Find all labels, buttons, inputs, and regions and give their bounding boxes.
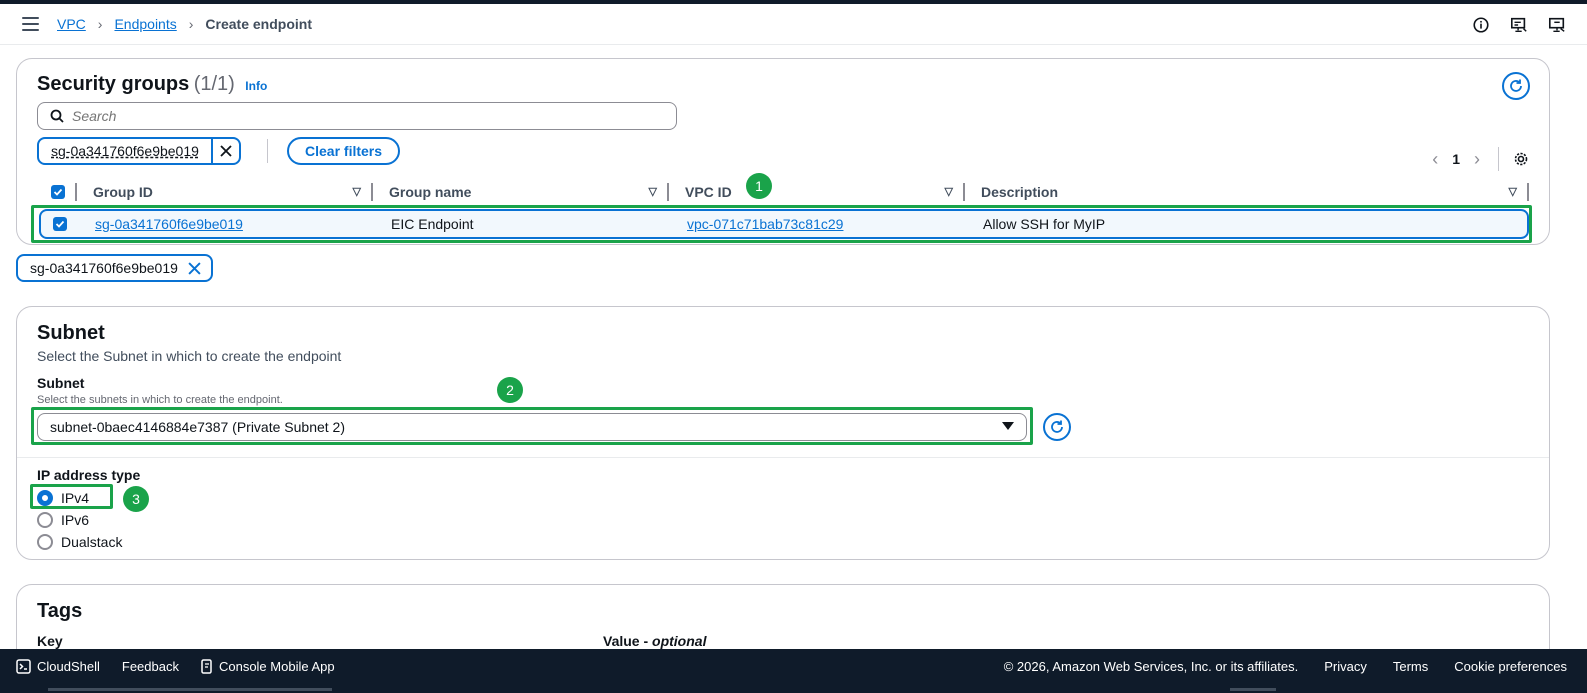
selected-group-label: sg-0a341760f6e9be019 (30, 260, 178, 276)
subnet-field-description: Select the subnets in which to create th… (37, 394, 283, 406)
subnet-subtitle: Select the Subnet in which to create the… (37, 348, 342, 364)
mobile-app-link[interactable]: Console Mobile App (201, 659, 335, 674)
clear-filters-button[interactable]: Clear filters (287, 137, 401, 165)
refresh-icon (1051, 420, 1063, 433)
feedback-screen-icon[interactable] (1509, 16, 1529, 34)
search-field[interactable] (37, 102, 677, 130)
filter-divider (267, 139, 268, 163)
sort-icon: ▽ (648, 186, 657, 198)
subnet-title: Subnet (37, 322, 105, 344)
chevron-right-icon: › (188, 16, 194, 32)
info-link[interactable]: Info (245, 79, 267, 93)
annotation-badge-1: 1 (746, 173, 772, 199)
breadcrumb-endpoints[interactable]: Endpoints (114, 16, 176, 32)
annotation-badge-3: 3 (123, 486, 149, 512)
chevron-right-icon[interactable]: › (1474, 149, 1480, 170)
mobile-icon (201, 659, 212, 674)
radio-indicator (37, 512, 53, 528)
page-number[interactable]: 1 (1452, 151, 1460, 167)
annotation-badge-2: 2 (497, 377, 523, 403)
filter-token-label: sg-0a341760f6e9be019 (51, 143, 199, 159)
sort-icon: ▽ (1508, 186, 1517, 198)
feedback-link[interactable]: Feedback (122, 659, 179, 674)
top-utility-icons (1471, 16, 1567, 34)
security-groups-count: (1/1) (193, 73, 235, 95)
subnet-refresh-button[interactable] (1043, 413, 1071, 441)
refresh-button[interactable] (1502, 72, 1530, 100)
settings-gear-icon[interactable] (1513, 151, 1529, 167)
select-all-column (37, 179, 77, 205)
pager-divider (1498, 147, 1499, 171)
search-icon (50, 109, 64, 123)
filter-token: sg-0a341760f6e9be019 (37, 137, 241, 165)
column-vpc-id[interactable]: VPC ID ▽ (669, 179, 965, 205)
ip-address-type-label: IP address type (37, 467, 141, 483)
column-group-name[interactable]: Group name ▽ (373, 179, 669, 205)
privacy-link[interactable]: Privacy (1324, 659, 1367, 674)
sort-icon: ▽ (944, 186, 953, 198)
radio-dualstack[interactable]: Dualstack (37, 531, 122, 553)
screen-share-icon[interactable] (1547, 16, 1567, 34)
search-input[interactable] (72, 108, 632, 124)
close-icon[interactable] (188, 261, 201, 275)
column-group-id[interactable]: Group ID ▽ (77, 179, 373, 205)
cloudshell-button[interactable]: CloudShell (16, 659, 100, 674)
subnet-field-label: Subnet (37, 375, 85, 391)
security-groups-header: Security groups (1/1) Info (37, 73, 267, 96)
breadcrumb: VPC › Endpoints › Create endpoint (57, 16, 312, 32)
check-icon (53, 188, 63, 196)
breadcrumb-vpc[interactable]: VPC (57, 16, 86, 32)
console-footer: CloudShell Feedback Console Mobile App ©… (0, 649, 1587, 693)
table-header: Group ID ▽ Group name ▽ VPC ID ▽ Descrip… (37, 179, 1529, 205)
cookie-preferences-link[interactable]: Cookie preferences (1454, 659, 1567, 674)
remove-filter-button[interactable] (210, 139, 239, 163)
terminal-icon (16, 659, 31, 674)
annotation-box-3 (30, 484, 113, 509)
terms-link[interactable]: Terms (1393, 659, 1428, 674)
menu-icon[interactable] (22, 17, 39, 31)
copyright-text: © 2026, Amazon Web Services, Inc. or its… (1003, 659, 1299, 674)
radio-indicator (37, 534, 53, 550)
breadcrumb-current: Create endpoint (205, 16, 312, 32)
column-description[interactable]: Description ▽ (965, 179, 1529, 205)
annotation-box-2 (31, 407, 1033, 445)
select-all-checkbox[interactable] (51, 185, 65, 199)
selected-group-token: sg-0a341760f6e9be019 (16, 254, 213, 282)
refresh-icon (1510, 79, 1522, 92)
sort-icon: ▽ (352, 186, 361, 198)
tag-key-label: Key (37, 633, 63, 649)
tags-title: Tags (37, 600, 83, 622)
chevron-right-icon: › (97, 16, 103, 32)
tag-value-label: Value - optional (603, 633, 707, 649)
security-groups-title: Security groups (37, 73, 190, 95)
horizontal-scrollbar-thumb[interactable] (1230, 688, 1276, 691)
pagination: ‹ 1 › (1432, 147, 1529, 171)
info-icon[interactable] (1471, 16, 1491, 34)
chevron-left-icon[interactable]: ‹ (1432, 149, 1438, 170)
close-icon (220, 145, 232, 157)
radio-ipv6[interactable]: IPv6 (37, 509, 122, 531)
section-divider (17, 457, 1549, 458)
horizontal-scrollbar[interactable] (48, 688, 332, 691)
breadcrumb-bar: VPC › Endpoints › Create endpoint (0, 4, 1587, 45)
annotation-box-1 (31, 205, 1532, 243)
